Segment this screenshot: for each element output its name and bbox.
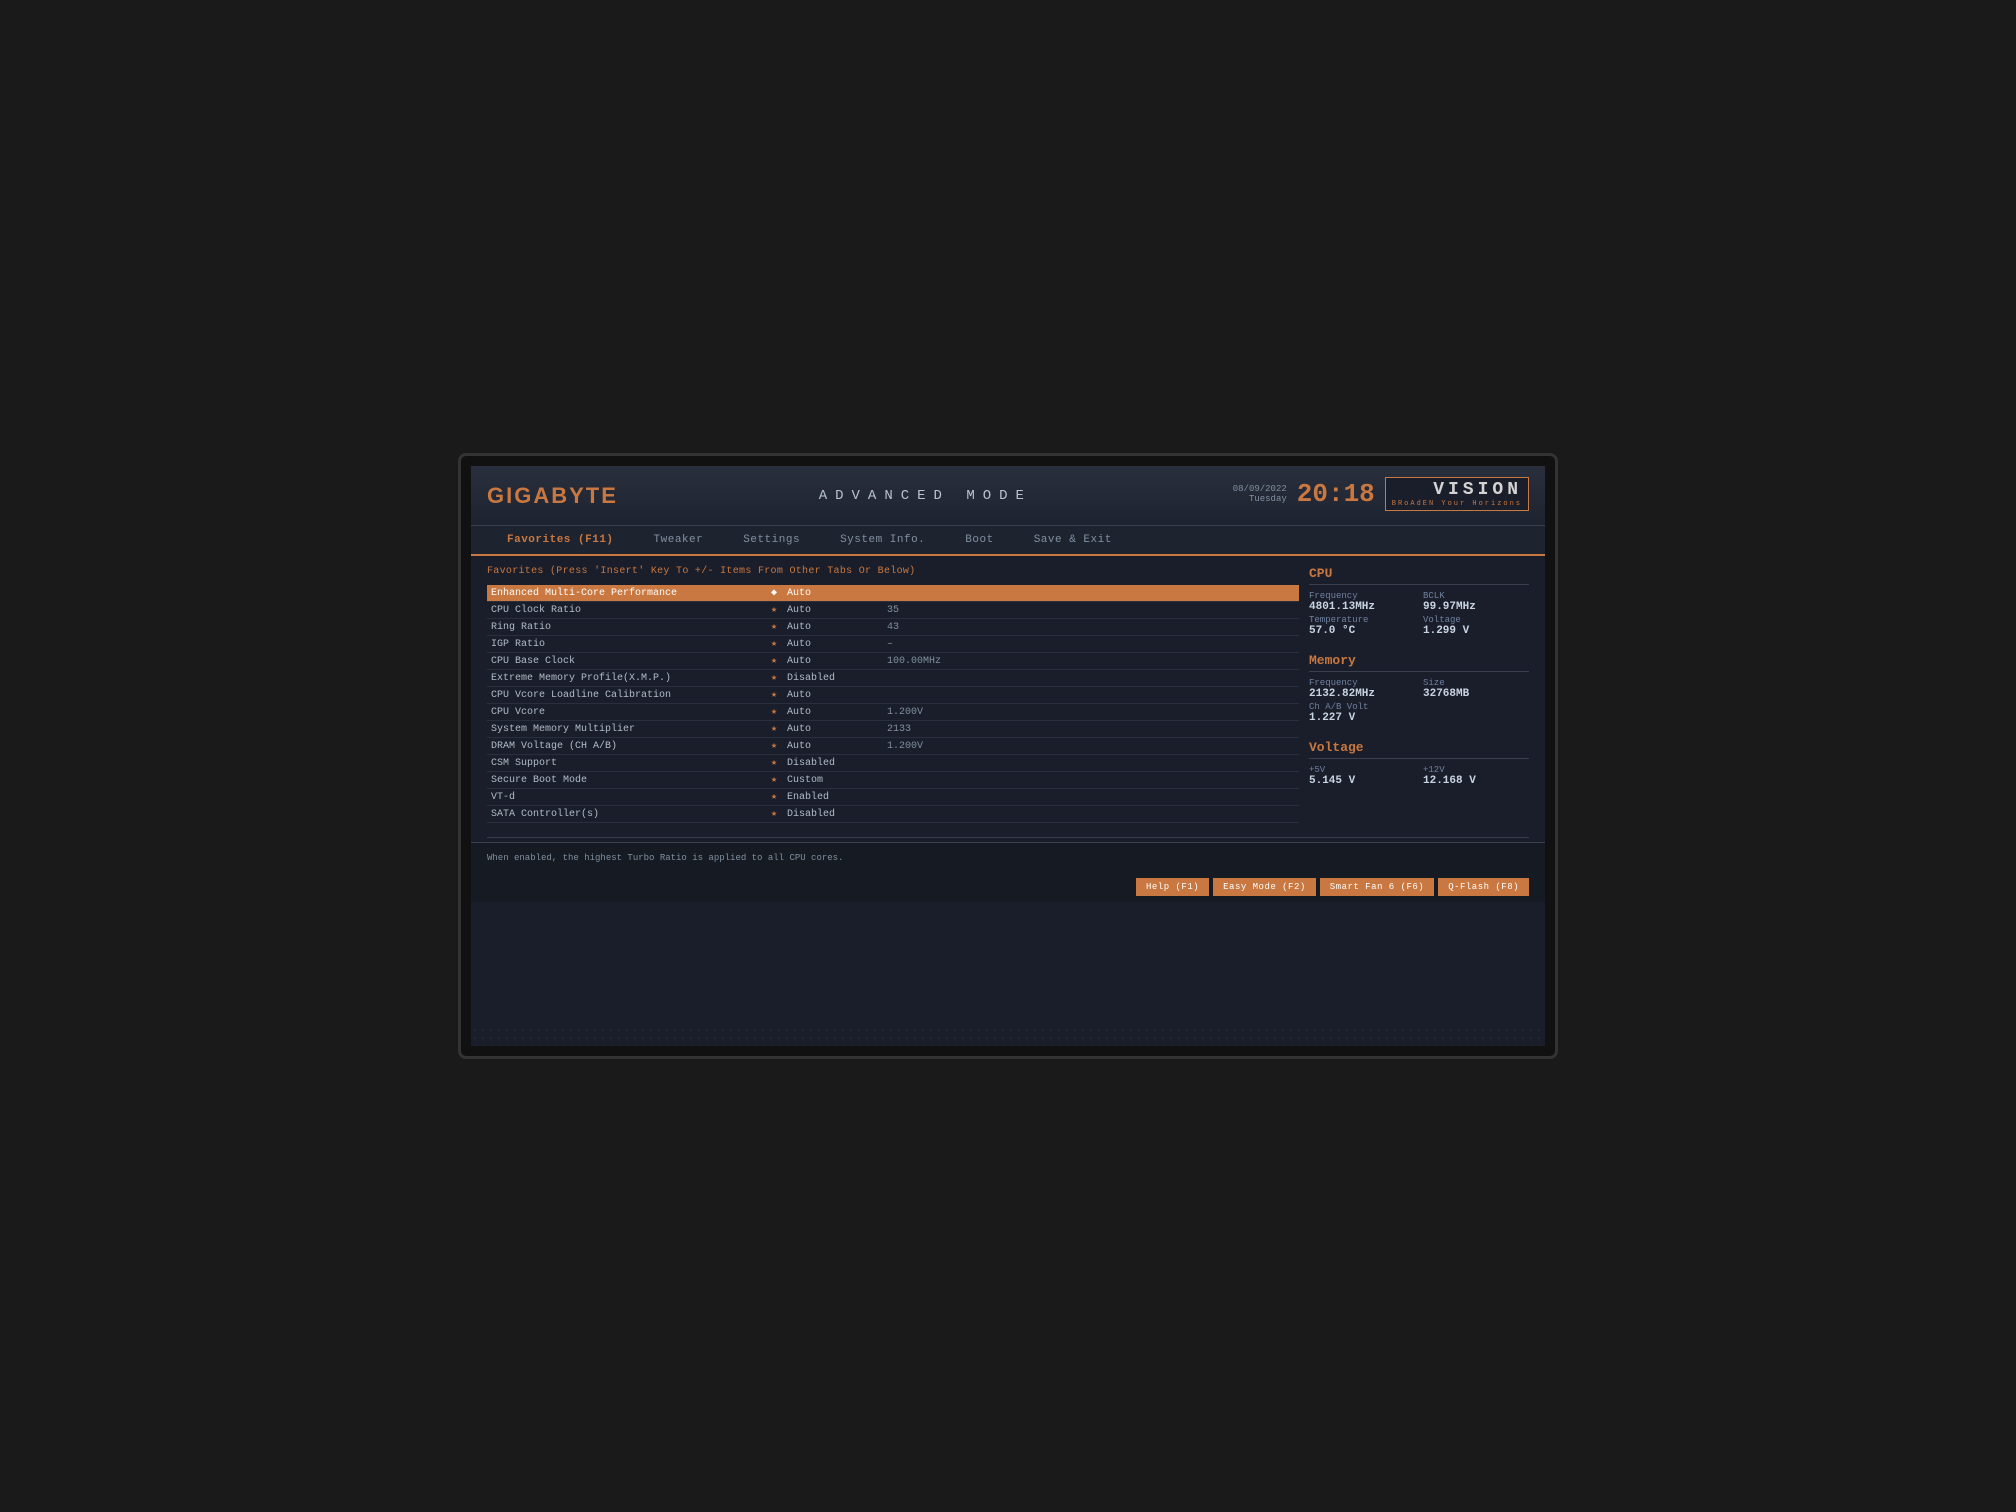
cpu-info-grid: Frequency 4801.13MHz BCLK 99.97MHz Tempe…: [1309, 591, 1529, 637]
memory-section-title: Memory: [1309, 653, 1529, 672]
tab-systeminfo[interactable]: System Info.: [820, 526, 945, 556]
mem-chvolt-label: Ch A/B Volt: [1309, 702, 1529, 712]
table-row[interactable]: CPU Clock Ratio ★ Auto 35: [487, 602, 1299, 619]
plus12v-value: 12.168 V: [1423, 775, 1529, 787]
cpu-section: CPU Frequency 4801.13MHz BCLK 99.97MHz T…: [1309, 566, 1529, 637]
cpu-bclk-label: BCLK: [1423, 591, 1529, 601]
voltage-info-grid: +5V 5.145 V +12V 12.168 V: [1309, 765, 1529, 787]
header-right: 08/09/2022 Tuesday 20:18 VISION BRoAdEN …: [1233, 477, 1529, 515]
favorites-header: Favorites (Press 'Insert' Key To +/- Ite…: [487, 566, 1299, 577]
bottom-bar: When enabled, the highest Turbo Ratio is…: [471, 842, 1545, 872]
dot-pattern-decoration: [471, 1026, 1545, 1046]
smart-fan-button[interactable]: Smart Fan 6 (F6): [1320, 878, 1434, 896]
memory-section: Memory Frequency 2132.82MHz Size 32768MB…: [1309, 653, 1529, 724]
voltage-section: Voltage +5V 5.145 V +12V 12.168 V: [1309, 740, 1529, 787]
date-info: 08/09/2022 Tuesday: [1233, 484, 1287, 504]
plus5v-value: 5.145 V: [1309, 775, 1415, 787]
cpu-section-title: CPU: [1309, 566, 1529, 585]
header-center: ADVANCED MODE: [819, 488, 1032, 504]
table-row[interactable]: Extreme Memory Profile(X.M.P.) ★ Disable…: [487, 670, 1299, 687]
table-row[interactable]: System Memory Multiplier ★ Auto 2133: [487, 721, 1299, 738]
left-panel: Favorites (Press 'Insert' Key To +/- Ite…: [487, 566, 1299, 823]
monitor-frame: GIGABYTE ADVANCED MODE 08/09/2022 Tuesda…: [458, 453, 1558, 1059]
tab-favorites[interactable]: Favorites (F11): [487, 526, 634, 556]
cpu-temp-label: Temperature: [1309, 615, 1415, 625]
cpu-bclk-value: 99.97MHz: [1423, 601, 1529, 613]
plus5v-label: +5V: [1309, 765, 1415, 775]
cpu-voltage-value: 1.299 V: [1423, 625, 1529, 637]
tab-boot[interactable]: Boot: [945, 526, 1013, 556]
main-content: Favorites (Press 'Insert' Key To +/- Ite…: [471, 556, 1545, 833]
memory-info-grid: Frequency 2132.82MHz Size 32768MB Ch A/B…: [1309, 678, 1529, 724]
mem-size-value: 32768MB: [1423, 688, 1529, 700]
mem-size-label: Size: [1423, 678, 1529, 688]
function-buttons: Help (F1) Easy Mode (F2) Smart Fan 6 (F6…: [471, 872, 1545, 902]
help-text: When enabled, the highest Turbo Ratio is…: [487, 853, 843, 863]
date-time-area: 08/09/2022 Tuesday 20:18 VISION BRoAdEN …: [1233, 477, 1529, 511]
nav-tabs: Favorites (F11) Tweaker Settings System …: [471, 526, 1545, 556]
tab-tweaker[interactable]: Tweaker: [634, 526, 724, 556]
vision-logo: VISION BRoAdEN Your Horizons: [1385, 477, 1529, 511]
table-row[interactable]: Ring Ratio ★ Auto 43: [487, 619, 1299, 636]
mem-freq-value: 2132.82MHz: [1309, 688, 1415, 700]
divider: [487, 837, 1529, 838]
plus12v-label: +12V: [1423, 765, 1529, 775]
bios-screen: GIGABYTE ADVANCED MODE 08/09/2022 Tuesda…: [471, 466, 1545, 1046]
tab-settings[interactable]: Settings: [723, 526, 820, 556]
mem-freq-label: Frequency: [1309, 678, 1415, 688]
table-row[interactable]: CPU Vcore Loadline Calibration ★ Auto: [487, 687, 1299, 704]
cpu-frequency-value: 4801.13MHz: [1309, 601, 1415, 613]
table-row[interactable]: IGP Ratio ★ Auto –: [487, 636, 1299, 653]
qflash-button[interactable]: Q-Flash (F8): [1438, 878, 1529, 896]
table-row[interactable]: Secure Boot Mode ★ Custom: [487, 772, 1299, 789]
right-panel: CPU Frequency 4801.13MHz BCLK 99.97MHz T…: [1309, 566, 1529, 823]
table-row[interactable]: CPU Base Clock ★ Auto 100.00MHz: [487, 653, 1299, 670]
easy-mode-button[interactable]: Easy Mode (F2): [1213, 878, 1316, 896]
bios-header: GIGABYTE ADVANCED MODE 08/09/2022 Tuesda…: [471, 466, 1545, 526]
time-display: 20:18: [1297, 479, 1375, 509]
cpu-temp-value: 57.0 °C: [1309, 625, 1415, 637]
table-row[interactable]: CPU Vcore ★ Auto 1.200V: [487, 704, 1299, 721]
tab-save-exit[interactable]: Save & Exit: [1014, 526, 1132, 556]
table-row[interactable]: VT-d ★ Enabled: [487, 789, 1299, 806]
cpu-voltage-label: Voltage: [1423, 615, 1529, 625]
mem-chvolt-value: 1.227 V: [1309, 712, 1529, 724]
table-row[interactable]: DRAM Voltage (CH A/B) ★ Auto 1.200V: [487, 738, 1299, 755]
table-row[interactable]: SATA Controller(s) ★ Disabled: [487, 806, 1299, 823]
gigabyte-logo: GIGABYTE: [487, 483, 618, 509]
cpu-frequency-label: Frequency: [1309, 591, 1415, 601]
help-button[interactable]: Help (F1): [1136, 878, 1209, 896]
voltage-section-title: Voltage: [1309, 740, 1529, 759]
advanced-mode-title: ADVANCED MODE: [819, 488, 1032, 504]
table-row[interactable]: CSM Support ★ Disabled: [487, 755, 1299, 772]
table-row[interactable]: Enhanced Multi-Core Performance ◆ Auto: [487, 585, 1299, 602]
